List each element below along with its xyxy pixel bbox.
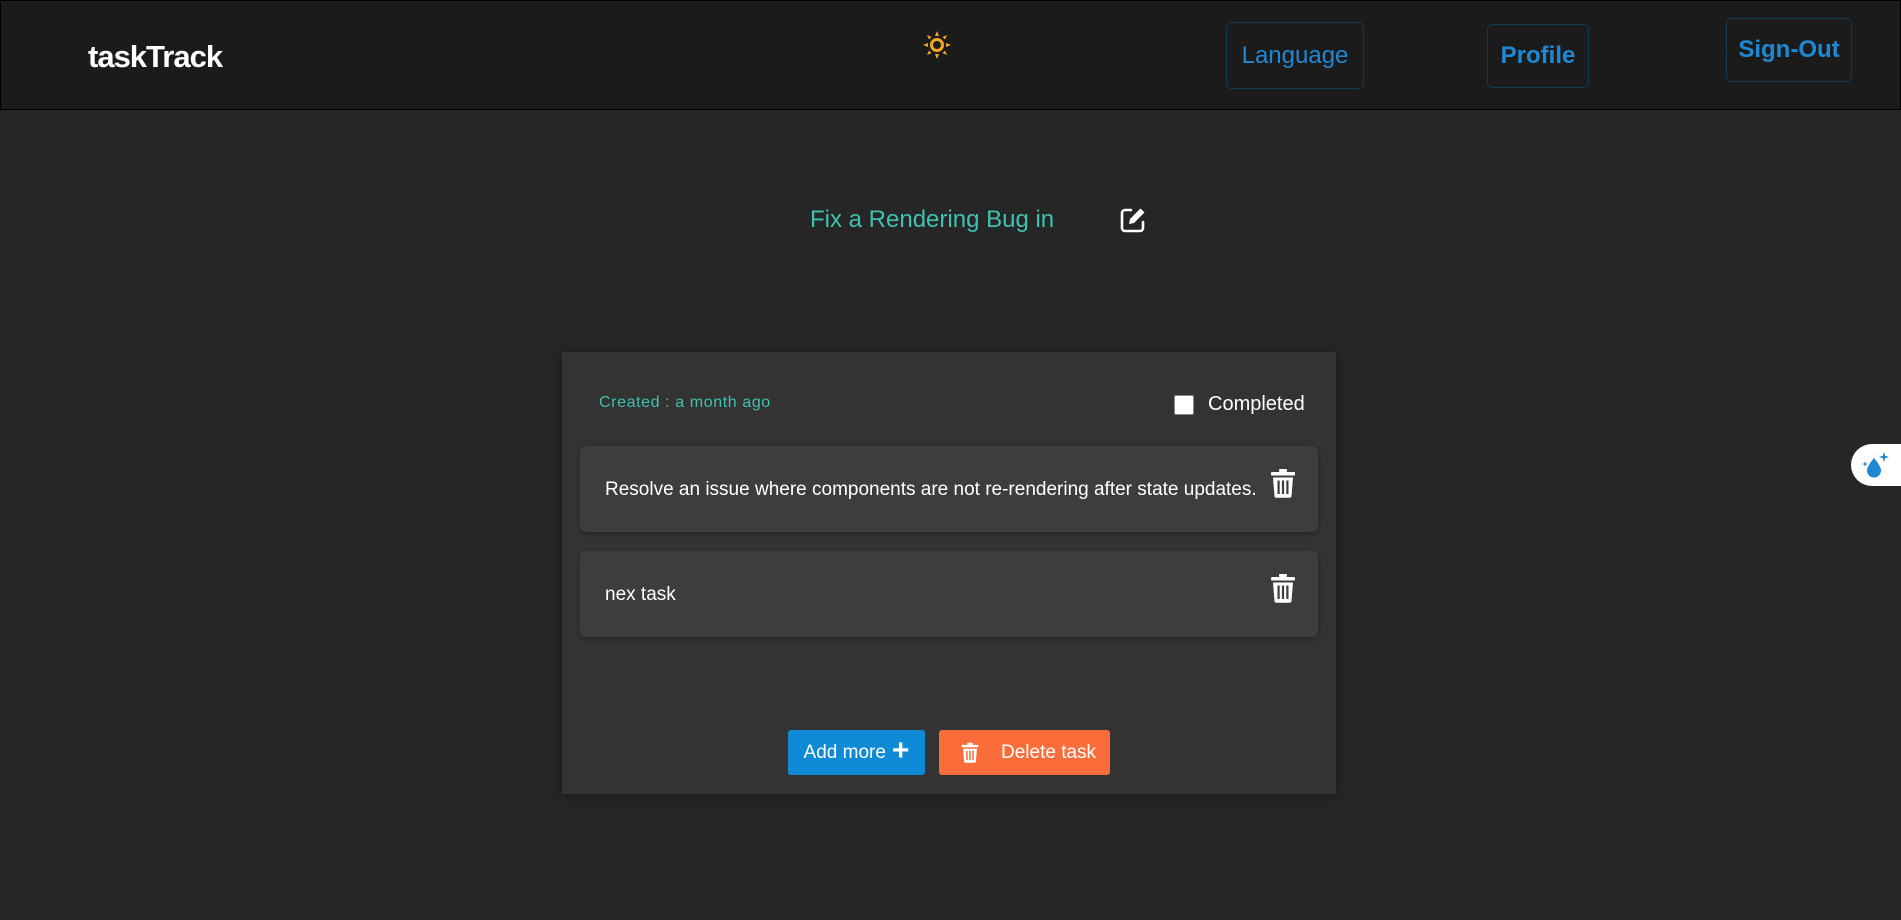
task-title-row (800, 200, 1148, 240)
water-drop-sparkle-icon (1862, 452, 1889, 478)
trash-icon (1271, 574, 1295, 603)
profile-button[interactable]: Profile (1487, 24, 1589, 88)
created-label: Created : a month ago (599, 394, 771, 411)
add-more-label: Add more (803, 741, 886, 763)
theme-toggle-button[interactable] (921, 29, 953, 61)
edit-icon (1120, 208, 1145, 233)
completed-checkbox[interactable]: Completed (1174, 393, 1305, 416)
subtask-text: Resolve an issue where components are no… (605, 479, 1257, 500)
app-logo[interactable]: taskTrack (88, 39, 223, 75)
subtask-text: nex task (605, 584, 676, 605)
checkbox-box[interactable] (1174, 394, 1194, 415)
subtask-item: Resolve an issue where components are no… (580, 446, 1318, 532)
task-card: Created : a month ago Completed Resolve … (562, 352, 1336, 794)
delete-subtask-button[interactable] (1270, 468, 1296, 498)
trash-icon (961, 742, 979, 763)
task-title-input[interactable] (800, 206, 1060, 234)
top-navbar: taskTrack Language Profile Sign-Out (0, 0, 1901, 110)
floating-side-widget[interactable] (1851, 444, 1901, 486)
add-more-button[interactable]: Add more + (788, 730, 925, 775)
sun-icon (923, 31, 951, 59)
delete-task-label: Delete task (1001, 741, 1097, 763)
sign-out-button[interactable]: Sign-Out (1726, 18, 1852, 82)
subtask-item: nex task (580, 551, 1318, 637)
language-button[interactable]: Language (1226, 22, 1364, 89)
trash-icon (1271, 469, 1295, 498)
plus-icon: + (891, 733, 910, 767)
completed-label: Completed (1208, 393, 1305, 415)
delete-subtask-button[interactable] (1270, 573, 1296, 603)
delete-task-button[interactable]: Delete task (939, 730, 1110, 775)
edit-title-button[interactable] (1118, 205, 1148, 235)
